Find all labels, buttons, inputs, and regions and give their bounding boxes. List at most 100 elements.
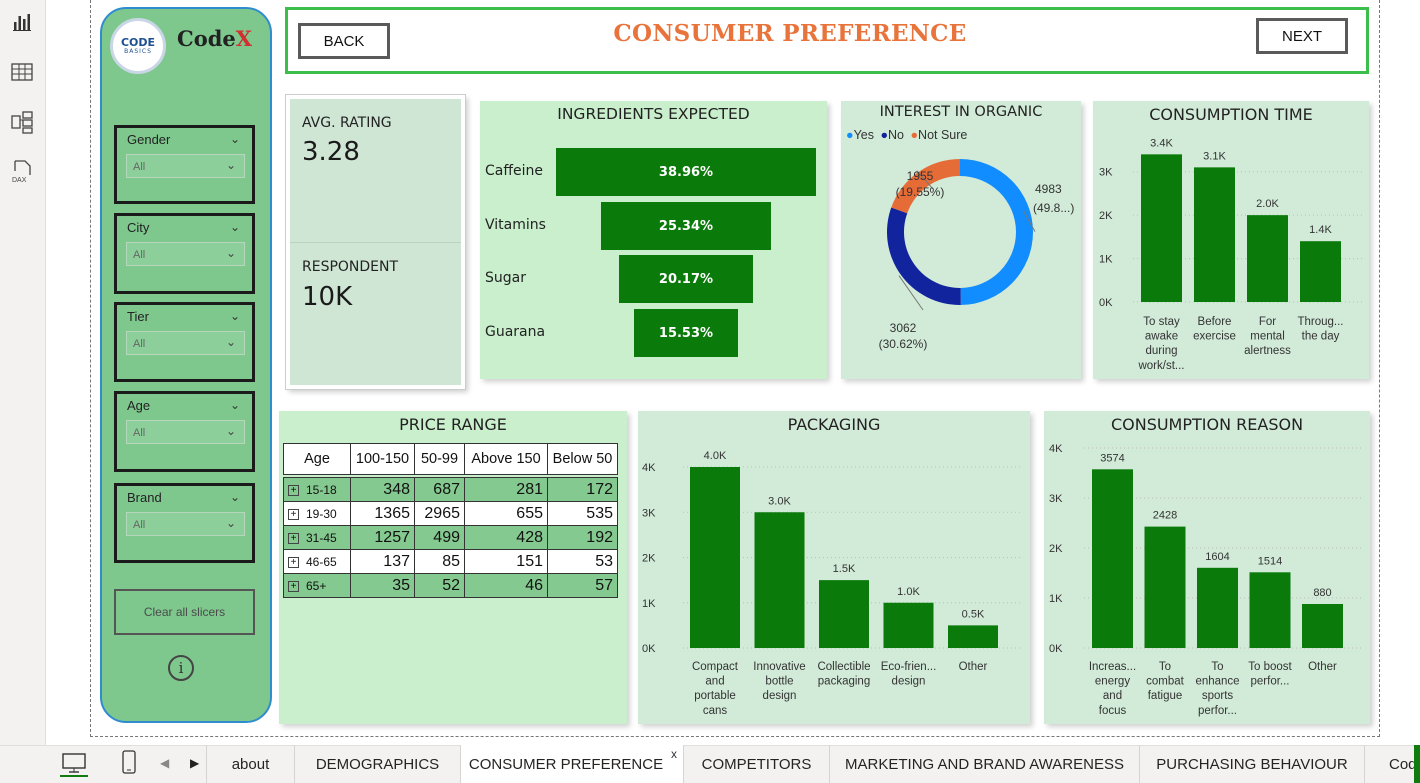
funnel-bar[interactable]: 25.34% bbox=[601, 202, 771, 250]
table-row[interactable]: +46-65 137 85 151 53 bbox=[283, 549, 618, 574]
table-header-cell[interactable]: Below 50 bbox=[547, 443, 618, 475]
codebasics-logo: CODE BASICS bbox=[110, 18, 166, 74]
funnel-bar[interactable]: 20.17% bbox=[618, 255, 754, 303]
bar[interactable] bbox=[1194, 167, 1235, 302]
expand-plus-icon[interactable]: + bbox=[288, 532, 299, 544]
table-row[interactable]: +31-45 1257 499 428 192 bbox=[283, 525, 618, 550]
tab-demographics[interactable]: DEMOGRAPHICS bbox=[295, 745, 461, 783]
chevron-down-icon[interactable]: ⌄ bbox=[230, 132, 240, 146]
bar[interactable] bbox=[754, 512, 805, 648]
table-header-cell[interactable]: 50-99 bbox=[414, 443, 465, 475]
x-category-label: perfor... bbox=[1198, 705, 1237, 717]
x-category-label: awake bbox=[1145, 331, 1178, 343]
slicer-city[interactable]: City ⌄ All ⌄ bbox=[114, 213, 255, 294]
bar[interactable] bbox=[1141, 154, 1182, 302]
consumption-reason-chart[interactable]: CONSUMPTION REASON 0K 1K 2K 3K 4K 3574 Increas… bbox=[1044, 411, 1370, 724]
tab-competitors[interactable]: COMPETITORS bbox=[684, 745, 830, 783]
info-icon[interactable]: i bbox=[168, 655, 194, 681]
expand-plus-icon[interactable]: + bbox=[288, 484, 299, 496]
slicer-dropdown[interactable]: All ⌄ bbox=[126, 420, 245, 444]
packaging-chart[interactable]: PACKAGING 0K 1K 2K 3K 4K 4.0K Compact and portab… bbox=[638, 411, 1030, 724]
donut-slice[interactable] bbox=[887, 207, 961, 305]
x-category-label: To bbox=[1159, 661, 1171, 673]
slicer-brand[interactable]: Brand ⌄ All ⌄ bbox=[114, 483, 255, 563]
expand-plus-icon[interactable]: + bbox=[288, 580, 299, 592]
kpi-card[interactable]: AVG. RATING 3.28 RESPONDENT 10K bbox=[286, 95, 465, 389]
slicer-dropdown[interactable]: All ⌄ bbox=[126, 331, 245, 355]
chevron-down-icon[interactable]: ⌄ bbox=[230, 309, 240, 323]
logo-badge-top: CODE bbox=[120, 35, 156, 49]
slicer-title: Brand bbox=[127, 490, 162, 505]
next-button[interactable]: NEXT bbox=[1256, 18, 1348, 54]
close-tab-icon[interactable]: x bbox=[671, 747, 677, 761]
row-age-cell[interactable]: +15-18 bbox=[283, 477, 351, 502]
row-age-cell[interactable]: +65+ bbox=[283, 573, 351, 598]
chevron-down-icon[interactable]: ⌄ bbox=[230, 398, 240, 412]
table-row[interactable]: +15-18 348 687 281 172 bbox=[283, 477, 618, 502]
bar[interactable] bbox=[1144, 526, 1186, 648]
bar[interactable] bbox=[1247, 215, 1288, 302]
table-row[interactable]: +65+ 35 52 46 57 bbox=[283, 573, 618, 598]
x-category-label: design bbox=[892, 676, 926, 688]
dax-query-icon[interactable]: DAX bbox=[8, 158, 36, 186]
expand-plus-icon[interactable]: + bbox=[288, 508, 299, 520]
funnel-bar[interactable]: 38.96% bbox=[556, 148, 816, 196]
x-category-label: mental bbox=[1250, 331, 1285, 343]
desktop-layout-icon[interactable] bbox=[60, 751, 88, 777]
table-header-cell[interactable]: 100-150 bbox=[350, 443, 415, 475]
ingredients-expected-chart[interactable]: INGREDIENTS EXPECTED Caffeine 38.96% Vitam… bbox=[480, 101, 827, 379]
row-age-cell[interactable]: +31-45 bbox=[283, 525, 351, 550]
table-header-cell[interactable]: Age bbox=[283, 443, 351, 475]
bar[interactable] bbox=[1302, 604, 1343, 648]
table-row[interactable]: +19-30 1365 2965 655 535 bbox=[283, 501, 618, 526]
bar[interactable] bbox=[1300, 241, 1341, 302]
tab-consumer-preference[interactable]: CONSUMER PREFERENCE x bbox=[461, 745, 684, 783]
report-view-icon[interactable] bbox=[8, 8, 36, 36]
tab-about[interactable]: about bbox=[207, 745, 295, 783]
bar[interactable] bbox=[1092, 469, 1133, 648]
funnel-bar[interactable]: 15.53% bbox=[634, 309, 738, 357]
bar-value-label: 1604 bbox=[1205, 551, 1229, 563]
clear-all-slicers-button[interactable]: Clear all slicers bbox=[114, 589, 255, 635]
row-age-cell[interactable]: +46-65 bbox=[283, 549, 351, 574]
bar[interactable] bbox=[1197, 567, 1238, 648]
bar[interactable] bbox=[948, 625, 998, 648]
table-header-cell[interactable]: Above 150 bbox=[464, 443, 548, 475]
x-category-label: Increas... bbox=[1089, 661, 1136, 673]
tab-marketing-and-brand-awareness[interactable]: MARKETING AND BRAND AWARENESS bbox=[830, 745, 1140, 783]
expand-plus-icon[interactable]: + bbox=[288, 556, 299, 568]
scroll-left-icon[interactable]: ◀ bbox=[160, 756, 169, 770]
slicer-dropdown[interactable]: All ⌄ bbox=[126, 242, 245, 266]
chevron-down-icon[interactable]: ⌄ bbox=[230, 220, 240, 234]
model-view-icon[interactable] bbox=[8, 108, 36, 136]
mobile-layout-icon[interactable] bbox=[120, 750, 138, 776]
table-cell: 192 bbox=[547, 525, 618, 550]
slicer-title: Gender bbox=[127, 132, 171, 147]
donut-slice[interactable] bbox=[960, 159, 1033, 305]
y-tick-label: 2K bbox=[642, 553, 656, 565]
chevron-down-icon[interactable]: ⌄ bbox=[230, 490, 240, 504]
slicer-gender[interactable]: Gender ⌄ All ⌄ bbox=[114, 125, 255, 204]
bar[interactable] bbox=[1249, 572, 1291, 648]
x-category-label: Collectible bbox=[817, 661, 870, 673]
tab-codex[interactable]: Cod bbox=[1365, 745, 1420, 783]
bar[interactable] bbox=[819, 580, 869, 648]
row-age-cell[interactable]: +19-30 bbox=[283, 501, 351, 526]
y-tick-label: 4K bbox=[642, 462, 656, 474]
back-button[interactable]: BACK bbox=[298, 23, 390, 59]
bar[interactable] bbox=[690, 467, 740, 648]
slicer-age[interactable]: Age ⌄ All ⌄ bbox=[114, 391, 255, 472]
price-range-table-card[interactable]: PRICE RANGE Age 100-150 50-99 Above 150 Belo… bbox=[279, 411, 627, 724]
avg-rating-value: 3.28 bbox=[302, 137, 360, 167]
table-view-icon[interactable] bbox=[8, 58, 36, 86]
x-category-label: Other bbox=[1308, 661, 1337, 673]
slicer-dropdown[interactable]: All ⌄ bbox=[126, 512, 245, 536]
bar[interactable] bbox=[883, 602, 934, 648]
slicer-dropdown[interactable]: All ⌄ bbox=[126, 154, 245, 178]
interest-in-organic-chart[interactable]: INTEREST IN ORGANIC ●Yes ●No ●Not Sure 4… bbox=[841, 101, 1081, 379]
bar-value-label: 0.5K bbox=[962, 608, 985, 620]
scroll-right-icon[interactable]: ▶ bbox=[190, 756, 199, 770]
slicer-tier[interactable]: Tier ⌄ All ⌄ bbox=[114, 302, 255, 382]
consumption-time-chart[interactable]: CONSUMPTION TIME 0K 1K 2K 3K 3.4K To stay awak… bbox=[1093, 101, 1369, 379]
tab-purchasing-behaviour[interactable]: PURCHASING BEHAVIOUR bbox=[1140, 745, 1365, 783]
